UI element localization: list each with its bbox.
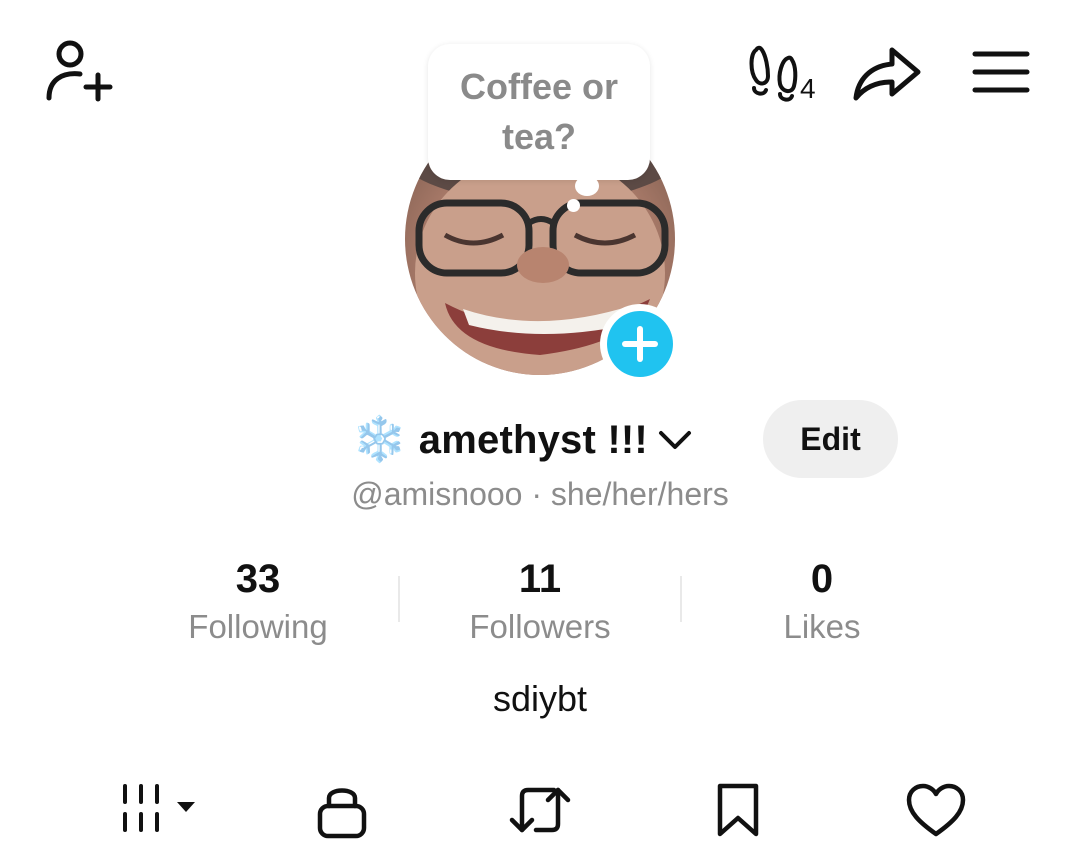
username-pronouns: @amisnooo · she/her/hers — [351, 476, 729, 512]
bookmark-icon — [717, 783, 759, 837]
following-count: 33 — [235, 557, 281, 601]
footprints-count: 4 — [800, 73, 816, 104]
chevron-down-icon — [658, 431, 691, 449]
account-switcher[interactable]: ❄️ amethyst !!! — [352, 410, 692, 470]
likes-count: 0 — [810, 557, 834, 601]
following-label: Following — [188, 608, 328, 645]
add-story-button[interactable] — [600, 304, 680, 384]
following-stat[interactable]: 33 Following — [138, 555, 378, 651]
stat-divider — [680, 576, 682, 622]
status-note-bubble[interactable]: Coffee or tea? — [428, 44, 650, 180]
hamburger-menu-icon — [972, 51, 1030, 93]
person-add-icon — [46, 40, 113, 102]
tab-reposts[interactable] — [490, 775, 590, 845]
footprints-icon — [749, 45, 798, 102]
tab-private[interactable] — [292, 775, 392, 845]
footprints-button[interactable] — [748, 44, 800, 102]
menu-button[interactable] — [972, 50, 1030, 94]
snowflake-emoji: ❄️ — [352, 414, 407, 465]
likes-label: Likes — [783, 608, 861, 645]
lock-icon — [317, 788, 367, 839]
add-friend-button[interactable] — [44, 40, 116, 104]
bubble-tail-dot — [567, 199, 580, 212]
followers-stat[interactable]: 11 Followers — [420, 555, 660, 651]
bio-text: sdiybt — [492, 678, 588, 719]
share-button[interactable] — [852, 44, 924, 104]
followers-count: 11 — [518, 557, 562, 601]
repost-icon — [509, 787, 571, 833]
likes-stat[interactable]: 0 Likes — [702, 555, 942, 651]
bubble-tail — [575, 176, 599, 196]
share-arrow-icon — [853, 47, 921, 101]
stat-divider — [398, 576, 400, 622]
heart-icon — [906, 783, 966, 837]
display-name: amethyst !!! — [418, 417, 648, 462]
grid-bars-icon — [123, 784, 195, 832]
edit-profile-button[interactable]: Edit — [763, 400, 898, 478]
status-note-text: Coffee or tea? — [459, 66, 618, 157]
tab-liked[interactable] — [886, 775, 986, 845]
tab-favorites[interactable] — [688, 775, 788, 845]
plus-icon — [622, 326, 658, 362]
tab-videos[interactable] — [106, 775, 206, 845]
followers-label: Followers — [469, 608, 611, 645]
